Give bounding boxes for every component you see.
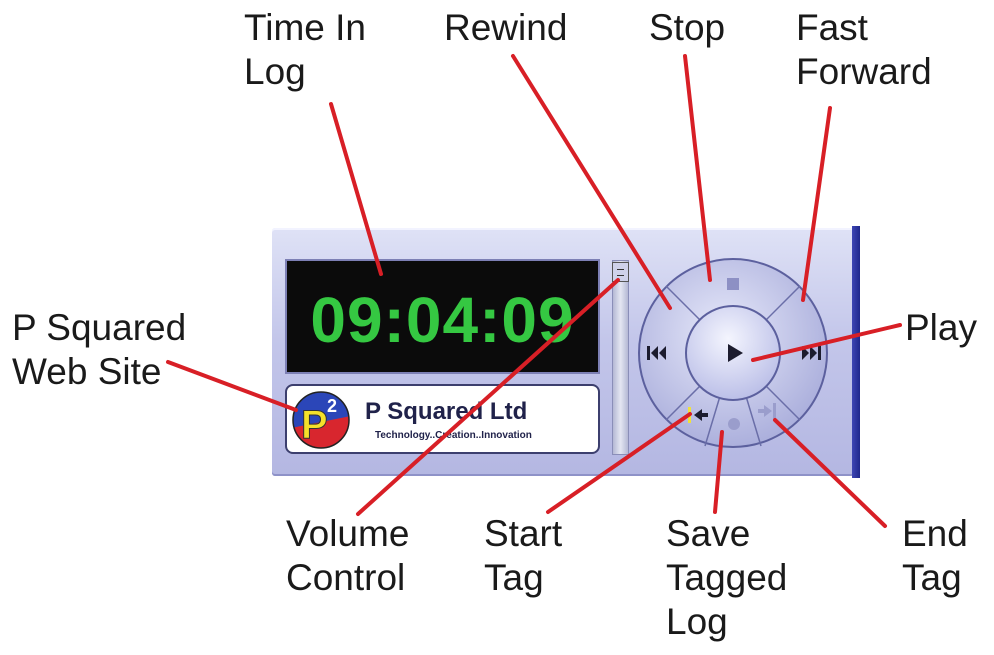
line-volume (356, 278, 620, 516)
line-time-in-log (329, 102, 383, 276)
callout-lines (166, 54, 902, 528)
line-end-tag (773, 418, 887, 528)
line-save-tagged-log (713, 430, 724, 514)
line-stop (683, 54, 712, 282)
line-play (751, 323, 902, 362)
line-start-tag (546, 412, 692, 514)
line-fast-forward (801, 106, 832, 302)
line-web-site (166, 360, 298, 412)
line-rewind (511, 54, 672, 310)
